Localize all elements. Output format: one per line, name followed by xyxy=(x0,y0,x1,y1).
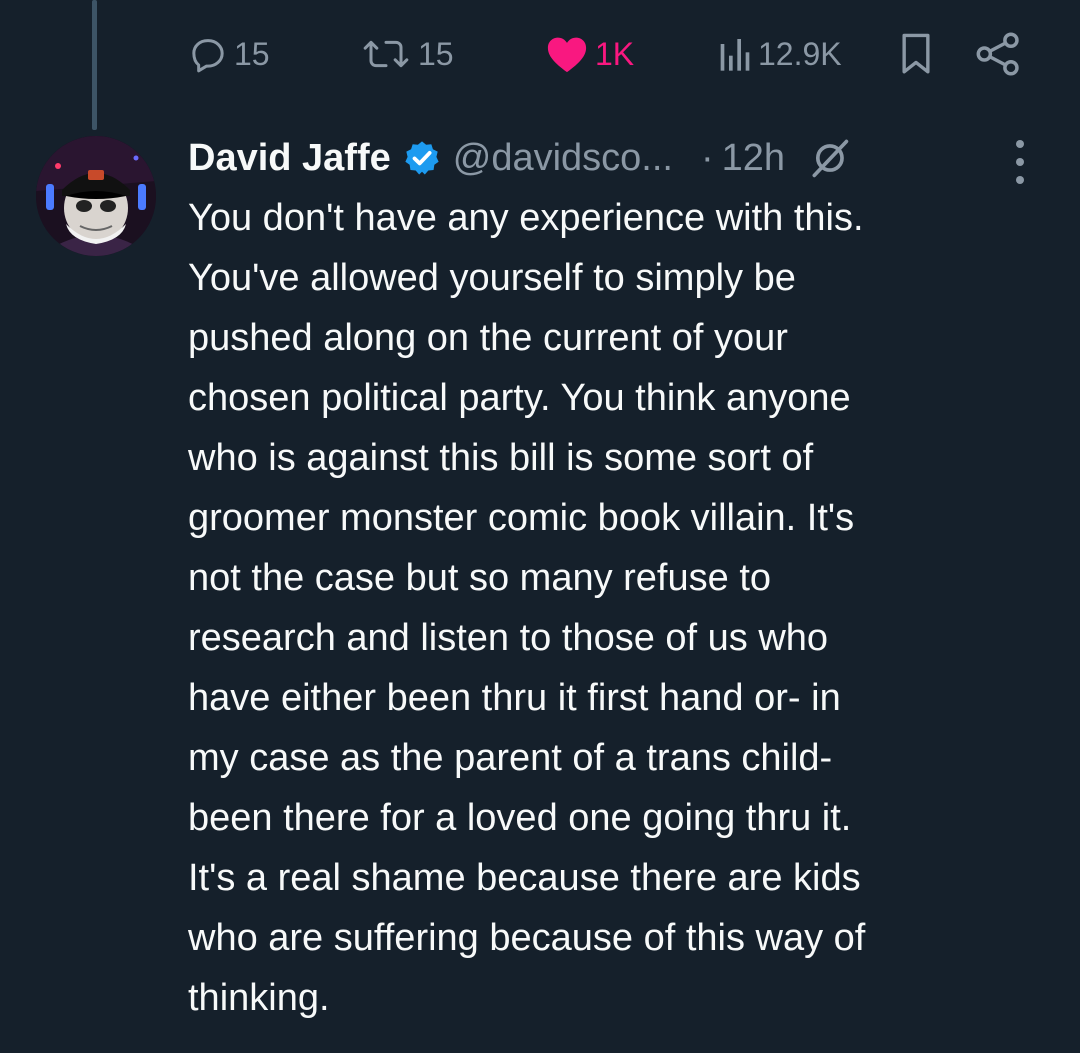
tweet-text-line: thinking. xyxy=(188,977,330,1019)
more-options-icon[interactable] xyxy=(1006,140,1034,184)
heart-filled-icon xyxy=(547,37,587,73)
tweet-text-line: have either been thru it first hand or- … xyxy=(188,677,841,719)
tweet-text-line: pushed along on the current of your xyxy=(188,317,788,359)
author-name[interactable]: David Jaffe xyxy=(188,137,391,180)
timestamp[interactable]: 12h xyxy=(722,137,785,180)
tweet-text-line: chosen political party. You think anyone xyxy=(188,377,851,419)
share-icon xyxy=(976,32,1019,76)
verified-badge-icon[interactable] xyxy=(403,139,441,177)
tweet-header: David Jaffe @davidsco... · 12h xyxy=(188,128,1048,188)
author-handle[interactable]: @davidsco... xyxy=(453,137,673,180)
reply-count: 15 xyxy=(234,35,270,72)
tweet-text-line: my case as the parent of a trans child- xyxy=(188,737,833,779)
reply-button[interactable]: 15 xyxy=(188,26,270,82)
repost-icon xyxy=(363,40,409,68)
views-count: 12.9K xyxy=(758,35,842,72)
previous-tweet-action-bar: 15 15 1K 12.9K xyxy=(0,26,1080,82)
tweet-text-line: You've allowed yourself to simply be xyxy=(188,257,796,299)
tweet-text-line: been there for a loved one going thru it… xyxy=(188,797,852,839)
tweet-text-line: research and listen to those of us who xyxy=(188,617,829,659)
views-chart-icon xyxy=(720,39,750,71)
like-count: 1K xyxy=(595,35,635,72)
grok-icon[interactable] xyxy=(807,136,851,180)
bookmark-icon xyxy=(902,33,930,74)
avatar[interactable] xyxy=(36,136,156,256)
bookmark-button[interactable] xyxy=(898,26,934,82)
tweet-text-line: You don't have any experience with this. xyxy=(188,197,864,239)
repost-button[interactable]: 15 xyxy=(360,26,454,82)
repost-count: 15 xyxy=(418,35,454,72)
tweet-text-line: not the case but so many refuse to xyxy=(188,557,772,599)
tweet-text-line: who is against this bill is some sort of xyxy=(188,437,814,479)
like-button[interactable]: 1K xyxy=(545,26,634,82)
share-button[interactable] xyxy=(975,26,1023,82)
avatar-image xyxy=(36,136,156,256)
separator-dot: · xyxy=(700,136,714,179)
tweet-text-line: It's a real shame because there are kids xyxy=(188,857,861,899)
tweet-text: You don't have any experience with this.… xyxy=(188,188,1048,1028)
tweet-text-line: groomer monster comic book villain. It's xyxy=(188,497,855,539)
reply-icon xyxy=(192,39,224,73)
views-button[interactable]: 12.9K xyxy=(716,26,842,82)
tweet-text-line: who are suffering because of this way of xyxy=(188,917,866,959)
